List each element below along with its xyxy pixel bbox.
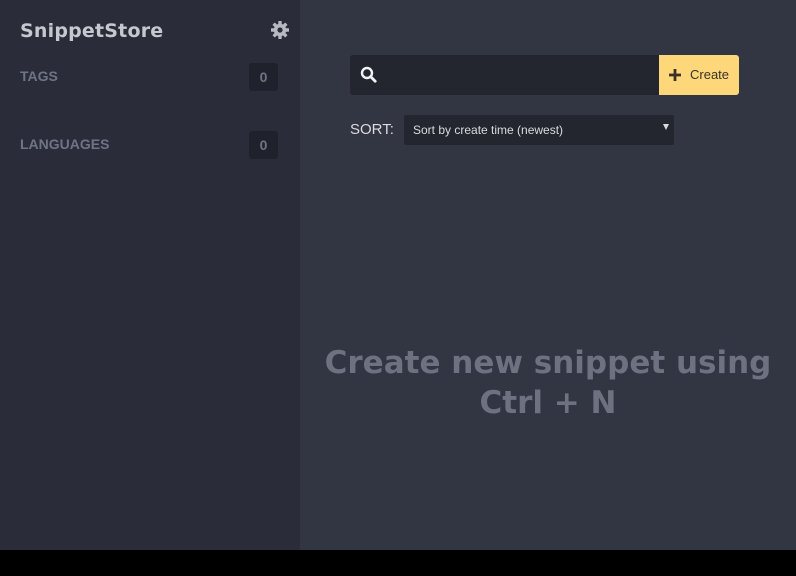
- sort-label: SORT:: [350, 121, 394, 138]
- tags-count-badge: 0: [249, 63, 278, 91]
- sort-select[interactable]: Sort by create time (newest): [404, 115, 674, 145]
- empty-state-message: Create new snippet using Ctrl + N: [324, 345, 772, 421]
- sort-selected-value: Sort by create time (newest): [413, 123, 564, 137]
- plus-icon: [669, 69, 681, 81]
- chevron-down-icon: [663, 124, 669, 130]
- search-icon: [360, 66, 377, 83]
- gear-icon[interactable]: [270, 20, 290, 40]
- sidebar: SnippetStore TAGS 0 LANGUAGES 0: [0, 0, 300, 550]
- tags-label: TAGS: [20, 68, 58, 84]
- create-button-label: Create: [690, 67, 730, 82]
- sidebar-section-tags[interactable]: TAGS 0: [20, 63, 278, 91]
- create-button[interactable]: Create: [659, 55, 739, 95]
- bottom-bar: [0, 550, 796, 576]
- search-input[interactable]: [386, 61, 652, 91]
- app-window: SnippetStore TAGS 0 LANGUAGES 0 Create S…: [0, 0, 796, 550]
- sidebar-section-languages[interactable]: LANGUAGES 0: [20, 131, 278, 159]
- search-bar: [350, 55, 660, 95]
- languages-count-badge: 0: [249, 131, 278, 159]
- languages-label: LANGUAGES: [20, 136, 110, 152]
- app-title: SnippetStore: [20, 20, 164, 42]
- main-panel: Create SORT: Sort by create time (newest…: [300, 0, 796, 550]
